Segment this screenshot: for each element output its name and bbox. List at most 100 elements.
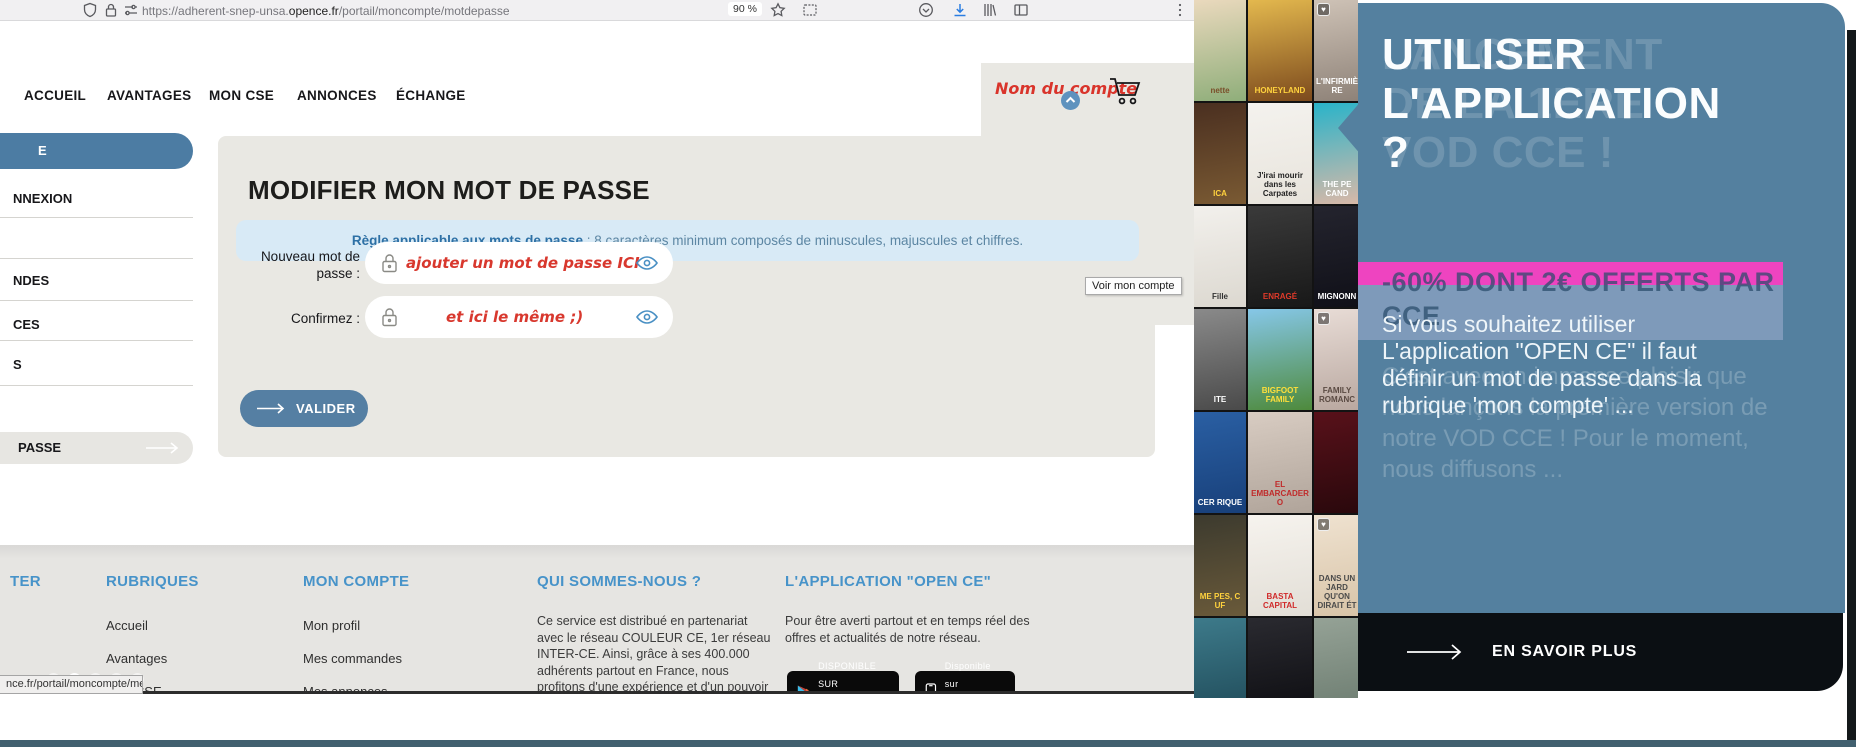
movie-poster[interactable]: FAMILY ROMANC ♥ [1314,309,1358,410]
password-card: MODIFIER MON MOT DE PASSE Règle applicab… [218,136,1155,457]
browser-toolbar: https://adherent-snep-unsa.opence.fr/por… [0,0,1196,21]
movie-poster[interactable]: L'INFIRMIÈRE ♥ [1314,0,1358,101]
pocket-icon[interactable] [918,2,934,18]
movie-poster[interactable] [1314,412,1358,513]
movie-poster[interactable]: BASTA CAPITAL [1248,515,1312,616]
shield-icon[interactable] [82,2,98,18]
movie-poster[interactable]: EL EMBARCADERO [1248,412,1312,513]
poster-title: ENRAGÉ [1262,292,1298,301]
sidebar-item-commandes[interactable]: NDES [13,273,49,288]
divider [0,300,193,301]
confirm-password-label: Confirmez : [290,311,360,326]
divider [0,385,193,386]
movie-poster[interactable]: Fille [1194,206,1246,307]
movie-poster[interactable]: IP MAN [1248,618,1312,698]
movie-poster[interactable]: madre [1314,618,1358,698]
poster-title: Fille [1211,292,1228,301]
confirm-password-field[interactable]: et ici le même ;) [365,296,673,338]
lock-icon [382,254,397,273]
url-bar[interactable]: https://adherent-snep-unsa.opence.fr/por… [142,4,510,18]
permissions-icon[interactable] [123,2,139,18]
poster-title: DANS UN JARD QU'ON DIRAIT ÉT [1317,574,1357,610]
arrow-right-icon [1407,644,1462,660]
zoom-level-badge[interactable]: 90 % [728,2,762,16]
poster-title: BIGFOOT FAMILY [1261,386,1299,404]
bookmark-star-icon[interactable] [770,2,786,18]
sidebar-active-label: E [38,143,47,158]
cart-icon[interactable] [1108,75,1142,107]
google-play-badge[interactable]: DISPONIBLE SURGoogle Play [787,661,899,692]
favorite-heart-icon[interactable]: ♥ [1317,312,1330,325]
poster-title: ICA [1213,189,1227,198]
new-password-hint: ajouter un mot de passe ICI [406,254,640,272]
footer-link-mes-commandes[interactable]: Mes commandes [303,651,402,666]
footer-app-text: Pour être averti partout et en temps rée… [785,614,1030,645]
favorite-heart-icon[interactable]: ♥ [1317,518,1330,531]
carousel-prev-icon[interactable] [1336,100,1362,156]
poster-title: nette [1210,86,1230,95]
footer-quisommes-header: QUI SOMMES-NOUS ? [537,573,702,590]
lock-icon[interactable] [103,2,119,18]
sidebar-item-favoris[interactable]: S [13,357,22,372]
arrow-right-icon [146,442,179,454]
movie-poster[interactable]: MIGNONN [1314,206,1358,307]
nav-item-échange[interactable]: ÉCHANGE [396,88,466,103]
sidebar-item-mot-de-passe[interactable]: PASSE [0,432,193,464]
app-store-badge[interactable]: Disponible surApp Store [915,661,1015,692]
hero-title: UTILISER L'APPLICATION? [1382,30,1721,177]
movie-poster[interactable]: ME PES, C UF [1194,515,1246,616]
divider [0,340,193,341]
sidebar-toggle-icon[interactable] [1013,2,1029,18]
cta-label: EN SAVOIR PLUS [1492,643,1638,660]
poster-title: MIGNONN [1317,292,1357,301]
poster-title: THE PE CAND [1322,180,1352,198]
chevron-up-icon[interactable] [1061,91,1080,110]
nav-item-annonces[interactable]: ANNONCES [297,88,377,103]
download-icon[interactable] [952,2,968,18]
footer-link-avantages[interactable]: Avantages [106,651,167,666]
screenshot-tool-icon[interactable] [802,2,818,18]
screen-bottom-bar [0,740,1856,747]
movie-poster[interactable]: J'irai mourir dans les Carpates [1248,103,1312,204]
poster-title: L'INFIRMIÈRE [1316,77,1358,95]
footer-rubriques-header: RUBRIQUES [106,573,199,590]
favorite-heart-icon[interactable]: ♥ [1317,3,1330,16]
sidebar-item-active[interactable]: E [0,133,193,169]
nav-item-avantages[interactable]: AVANTAGES [107,88,191,103]
divider [0,258,193,259]
nav-item-accueil[interactable]: ACCUEIL [24,88,86,103]
statusbar-link-preview: nce.fr/portail/moncompte/mesinfos [0,675,143,694]
show-password-icon[interactable] [635,307,659,327]
poster-title: ITE [1213,395,1227,404]
footer-application-header: L'APPLICATION "OPEN CE" [785,573,992,590]
movie-poster[interactable]: CER RIQUE [1194,412,1246,513]
footer-moncompte-header: MON COMPTE [303,573,410,590]
vod-poster-collage: nette HONEYLAND L'INFIRMIÈRE ♥ ICA J'irai mou… [1194,0,1358,698]
nav-item-mon-cse[interactable]: MON CSE [209,88,274,103]
show-password-icon[interactable] [635,253,659,273]
poster-title: CER RIQUE [1197,498,1243,507]
movie-poster[interactable]: ICA [1194,103,1246,204]
movie-poster[interactable]: nette [1194,0,1246,101]
en-savoir-plus-button[interactable]: EN SAVOIR PLUS [1358,613,1843,691]
window-bottom-edge [0,691,1196,694]
movie-poster[interactable]: DANS UN JARD QU'ON DIRAIT ÉT ♥ [1314,515,1358,616]
overflow-menu-icon[interactable] [1172,2,1188,18]
footer-link-accueil[interactable]: Accueil [106,618,148,633]
submit-button[interactable]: VALIDER [240,390,368,427]
poster-title: J'irai mourir dans les Carpates [1257,171,1303,198]
movie-poster[interactable]: BIGFOOT FAMILY [1248,309,1312,410]
library-icon[interactable] [981,2,997,18]
movie-poster[interactable]: ENRAGÉ [1248,206,1312,307]
footer-link-mon-profil[interactable]: Mon profil [303,618,360,633]
movie-poster[interactable]: ITE [1194,309,1246,410]
sidebar-pass-label: PASSE [18,440,62,455]
webpage-viewport: ACCUEIL AVANTAGES MON CSE ANNONCES ÉCHANGE E… [0,21,1196,694]
divider [0,217,193,218]
poster-title: BASTA CAPITAL [1262,592,1298,610]
movie-poster[interactable]: HONEYLAND [1248,0,1312,101]
sidebar-item-annonces[interactable]: CES [13,317,40,332]
movie-poster[interactable]: E FEMME [1194,618,1246,698]
sidebar-item-connexion[interactable]: NNEXION [13,191,72,206]
new-password-field[interactable]: ajouter un mot de passe ICI [365,242,673,284]
